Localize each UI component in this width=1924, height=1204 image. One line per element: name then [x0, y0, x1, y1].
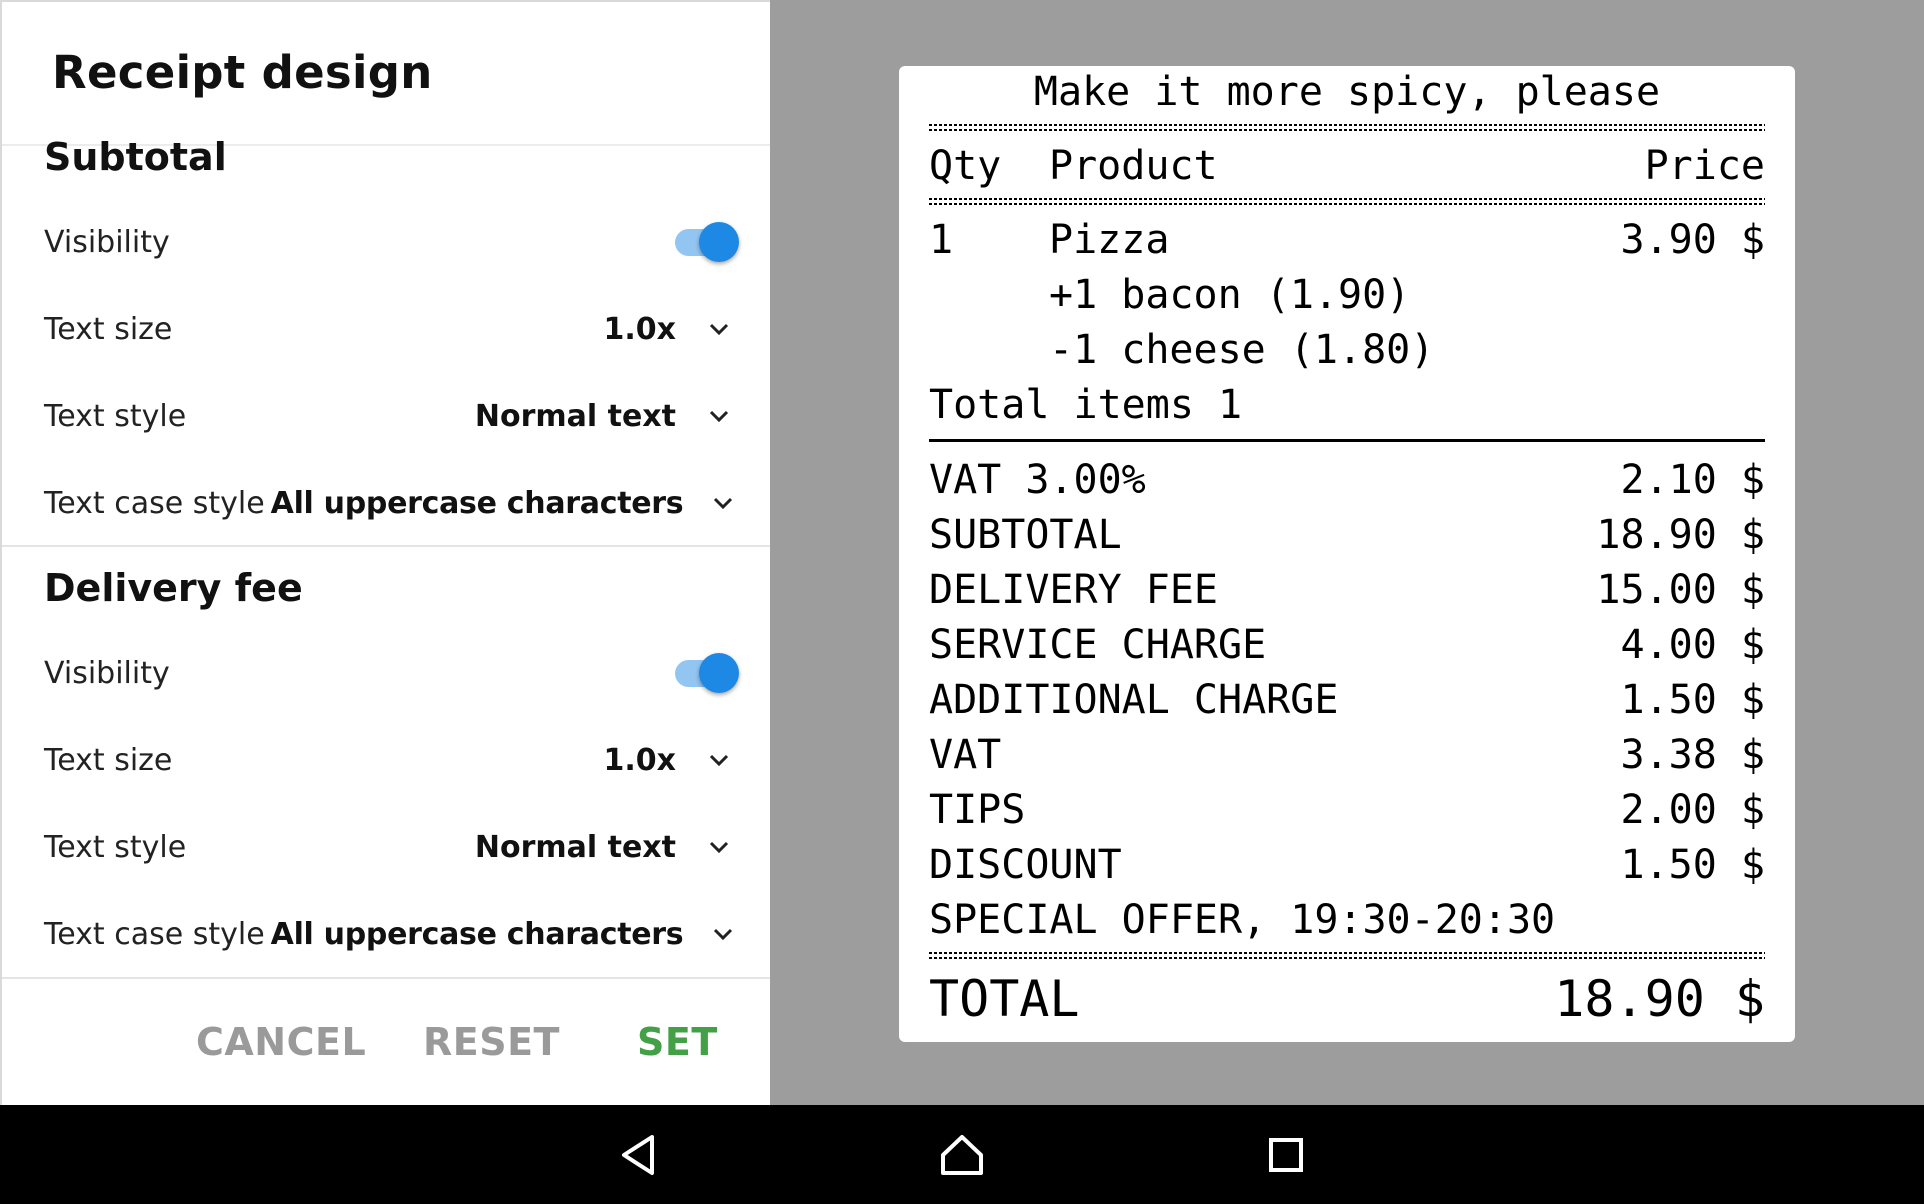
text-case-value: All uppercase characters — [270, 916, 684, 952]
chevron-down-icon[interactable] — [711, 488, 734, 518]
text-size-value: 1.0x — [603, 742, 677, 778]
total-amount: 18.90 $ — [1554, 970, 1765, 1028]
visibility-label: Visibility — [44, 224, 170, 260]
section-divider — [2, 545, 772, 547]
line-amount: 4.00 $ — [1620, 622, 1766, 668]
line-label: SERVICE CHARGE — [929, 622, 1267, 668]
item-name: Pizza — [1049, 217, 1170, 263]
reset-button[interactable]: RESET — [423, 1020, 560, 1064]
subtotal-text-size-row[interactable]: Text size 1.0x — [44, 299, 734, 359]
delivery-fee-visibility-row[interactable]: Visibility — [44, 643, 739, 703]
text-style-label: Text style — [44, 829, 187, 865]
text-case-label: Text case style — [44, 485, 265, 521]
line-label: VAT — [929, 732, 1002, 778]
double-divider — [929, 952, 1765, 960]
chevron-down-icon[interactable] — [704, 314, 734, 344]
line-amount: 1.50 $ — [1620, 842, 1766, 888]
footer-divider — [2, 977, 772, 979]
subtotal-text-style-row[interactable]: Text style Normal text — [44, 386, 734, 446]
text-case-label: Text case style — [44, 916, 265, 952]
chevron-down-icon[interactable] — [711, 919, 734, 949]
line-label: DELIVERY FEE — [929, 567, 1218, 613]
header-product: Product — [1049, 143, 1218, 189]
header-price: Price — [1644, 143, 1765, 189]
subtotal-visibility-row[interactable]: Visibility — [44, 212, 739, 272]
text-style-value: Normal text — [474, 398, 676, 434]
line-amount: 3.38 $ — [1620, 732, 1766, 778]
double-divider — [929, 124, 1765, 132]
home-icon[interactable] — [934, 1127, 990, 1183]
text-style-value: Normal text — [474, 829, 676, 865]
chevron-down-icon[interactable] — [704, 401, 734, 431]
item-price: 3.90 $ — [1620, 217, 1766, 263]
line-amount: 2.10 $ — [1620, 457, 1766, 503]
visibility-label: Visibility — [44, 655, 170, 691]
subtotal-visibility-toggle[interactable] — [671, 220, 741, 264]
text-style-label: Text style — [44, 398, 187, 434]
receipt-preview: Make it more spicy, please Qty Product P… — [899, 66, 1795, 1042]
receipt-note: Make it more spicy, please — [1033, 69, 1661, 115]
toggle-knob — [699, 222, 739, 262]
text-case-value: All uppercase characters — [270, 485, 684, 521]
line-amount: 18.90 $ — [1596, 512, 1765, 558]
navigation-bar — [0, 1105, 1924, 1204]
special-offer: SPECIAL OFFER, 19:30-20:30 — [929, 897, 1556, 943]
back-icon[interactable] — [610, 1127, 666, 1183]
section-header-delivery-fee: Delivery fee — [44, 566, 303, 610]
text-size-label: Text size — [44, 742, 173, 778]
text-size-value: 1.0x — [603, 311, 677, 347]
chevron-down-icon[interactable] — [704, 745, 734, 775]
item-qty: 1 — [929, 217, 954, 263]
item-modifier: +1 bacon (1.90) — [1049, 272, 1411, 318]
total-label: TOTAL — [929, 970, 1080, 1028]
text-size-label: Text size — [44, 311, 173, 347]
receipt-preview-area: Make it more spicy, please Qty Product P… — [770, 0, 1924, 1105]
recents-icon[interactable] — [1258, 1127, 1314, 1183]
line-label: DISCOUNT — [929, 842, 1122, 888]
delivery-fee-text-size-row[interactable]: Text size 1.0x — [44, 730, 734, 790]
receipt-design-panel: Receipt design Subtotal Visibility Text … — [0, 0, 772, 1105]
panel-title: Receipt design — [52, 46, 433, 99]
chevron-down-icon[interactable] — [704, 832, 734, 862]
item-modifier: -1 cheese (1.80) — [1049, 327, 1435, 373]
total-items: Total items 1 — [929, 382, 1243, 428]
header-qty: Qty — [929, 143, 1002, 189]
subtotal-text-case-row[interactable]: Text case style All uppercase characters — [44, 473, 734, 533]
cancel-button[interactable]: CANCEL — [196, 1020, 366, 1064]
section-header-subtotal: Subtotal — [44, 135, 227, 179]
line-label: VAT 3.00% — [929, 457, 1146, 503]
delivery-fee-text-case-row[interactable]: Text case style All uppercase characters — [44, 904, 734, 964]
delivery-fee-visibility-toggle[interactable] — [671, 651, 741, 695]
set-button[interactable]: SET — [637, 1020, 718, 1064]
delivery-fee-text-style-row[interactable]: Text style Normal text — [44, 817, 734, 877]
line-amount: 2.00 $ — [1620, 787, 1766, 833]
line-label: SUBTOTAL — [929, 512, 1122, 558]
solid-divider — [929, 439, 1765, 442]
line-label: ADDITIONAL CHARGE — [929, 677, 1339, 723]
line-amount: 1.50 $ — [1620, 677, 1766, 723]
toggle-knob — [699, 653, 739, 693]
line-label: TIPS — [929, 787, 1026, 833]
double-divider — [929, 198, 1765, 206]
line-amount: 15.00 $ — [1596, 567, 1765, 613]
